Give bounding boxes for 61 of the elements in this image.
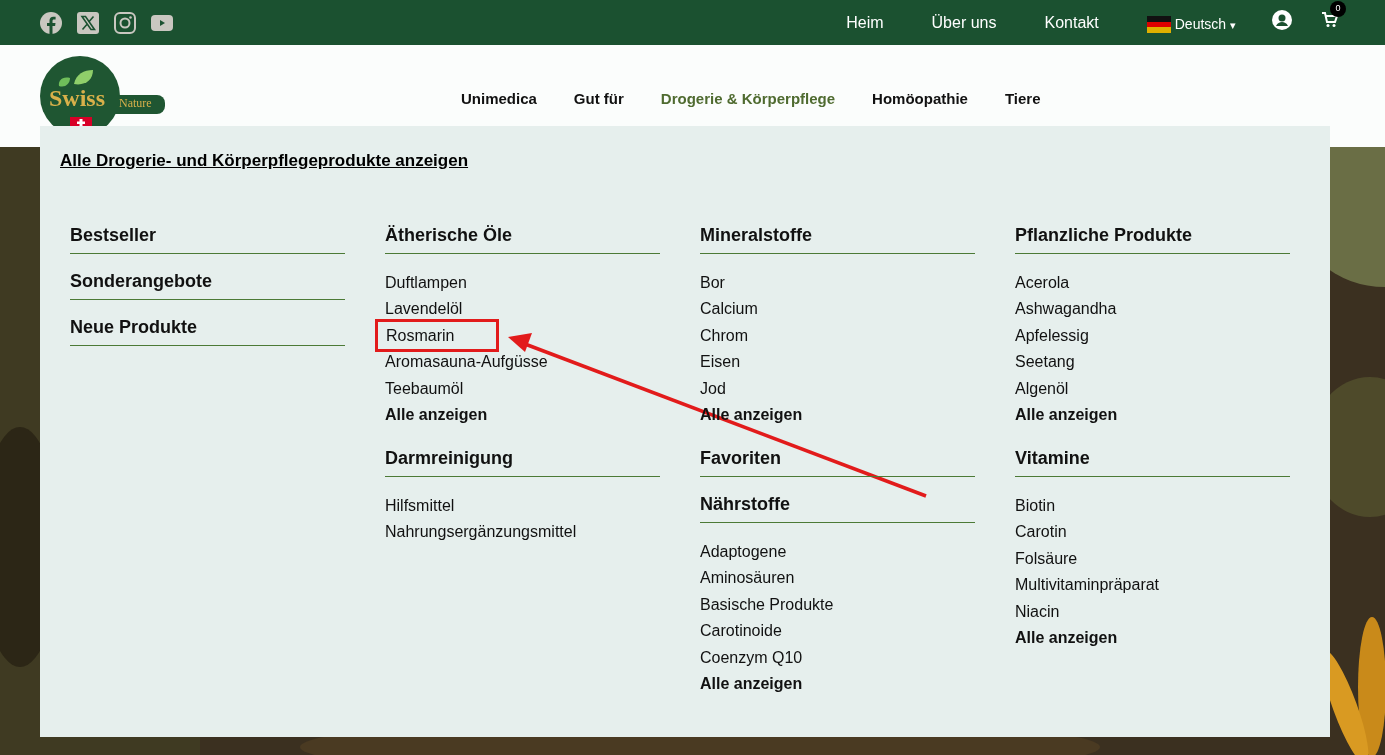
subcategory-link[interactable]: Rosmarin: [375, 318, 500, 352]
subcategory-link[interactable]: Basische Produkte: [700, 594, 834, 614]
category-heading[interactable]: Vitamine: [1015, 444, 1290, 477]
cart-count-badge: 0: [1330, 0, 1346, 17]
subcategory-link[interactable]: Aromasauna-Aufgüsse: [385, 352, 548, 372]
top-nav-link[interactable]: Heim: [846, 10, 884, 35]
cart-icon[interactable]: [1322, 11, 1338, 28]
subcategory-link[interactable]: Aminosäuren: [700, 568, 795, 588]
instagram-icon[interactable]: [114, 11, 136, 34]
nav-menu-item[interactable]: Gut für: [573, 88, 624, 111]
category-heading[interactable]: Darmreinigung: [385, 444, 660, 477]
show-all-link[interactable]: Alle anzeigen: [1015, 628, 1118, 648]
subcategory-link[interactable]: Folsäure: [1015, 548, 1078, 568]
subcategory-link[interactable]: Algenöl: [1015, 378, 1069, 398]
show-all-link[interactable]: Alle anzeigen: [385, 405, 488, 425]
subcategory-link[interactable]: Bor: [700, 272, 725, 292]
top-nav-link[interactable]: Kontakt: [1044, 10, 1099, 35]
subcategory-link[interactable]: Teebaumöl: [385, 378, 464, 398]
subcategory-link[interactable]: Duftlampen: [385, 272, 467, 292]
facebook-icon[interactable]: [40, 11, 62, 34]
show-all-link[interactable]: Alle anzeigen: [1015, 405, 1118, 425]
subcategory-link[interactable]: Jod: [700, 378, 726, 398]
category-heading[interactable]: Sonderangebote: [70, 267, 345, 300]
nav-menu-item[interactable]: Drogerie & Körperpflege: [660, 88, 836, 111]
subcategory-link[interactable]: Multivitaminpräparat: [1015, 575, 1160, 595]
subcategory-link[interactable]: Hilfsmittel: [385, 495, 455, 515]
flag-icon: [1146, 15, 1171, 33]
language-selector[interactable]: Deutsch ▾: [1146, 13, 1236, 35]
nav-menu-item[interactable]: Tiere: [1004, 88, 1041, 111]
subcategory-link[interactable]: Lavendelöl: [385, 299, 463, 319]
subcategory-link[interactable]: Calcium: [700, 299, 758, 319]
category-heading[interactable]: Mineralstoffe: [700, 221, 975, 254]
subcategory-link[interactable]: Carotinoide: [700, 621, 782, 641]
logo-tagline: Nature: [119, 97, 152, 109]
x-logo-icon[interactable]: [77, 11, 99, 34]
category-heading[interactable]: Pflanzliche Produkte: [1015, 221, 1290, 254]
subcategory-link[interactable]: Carotin: [1015, 522, 1067, 542]
logo-wordmark: Swiss: [49, 86, 106, 110]
category-heading[interactable]: Ätherische Öle: [385, 221, 660, 254]
subcategory-link[interactable]: Apfelessig: [1015, 325, 1089, 345]
subcategory-link[interactable]: Seetang: [1015, 352, 1075, 372]
subcategory-link[interactable]: Biotin: [1015, 495, 1056, 515]
subcategory-link[interactable]: Eisen: [700, 352, 741, 372]
logo-badge: [115, 95, 165, 114]
all-products-link[interactable]: Alle Drogerie- und Körperpflegeprodukte anzeigen: [60, 148, 469, 174]
show-all-link[interactable]: Alle anzeigen: [700, 674, 803, 694]
subcategory-link[interactable]: Acerola: [1015, 272, 1070, 292]
subcategory-link[interactable]: Coenzym Q10: [700, 647, 803, 667]
nav-menu-item[interactable]: Unimedica: [461, 88, 537, 111]
category-heading[interactable]: Favoriten: [700, 444, 975, 477]
subcategory-link[interactable]: Nahrungsergänzungsmittel: [385, 522, 577, 542]
subcategory-link[interactable]: Ashwagandha: [1015, 299, 1117, 319]
subcategory-link[interactable]: Niacin: [1015, 601, 1060, 621]
top-nav-link[interactable]: Über uns: [931, 10, 997, 35]
category-heading[interactable]: Nährstoffe: [700, 490, 975, 523]
subcategory-link[interactable]: Adaptogene: [700, 541, 787, 561]
account-icon[interactable]: [1272, 9, 1292, 30]
nav-menu-item[interactable]: Homöopathie: [872, 88, 968, 111]
subcategory-link[interactable]: Chrom: [700, 325, 748, 345]
category-heading[interactable]: Bestseller: [70, 221, 345, 254]
category-heading[interactable]: Neue Produkte: [70, 313, 345, 346]
